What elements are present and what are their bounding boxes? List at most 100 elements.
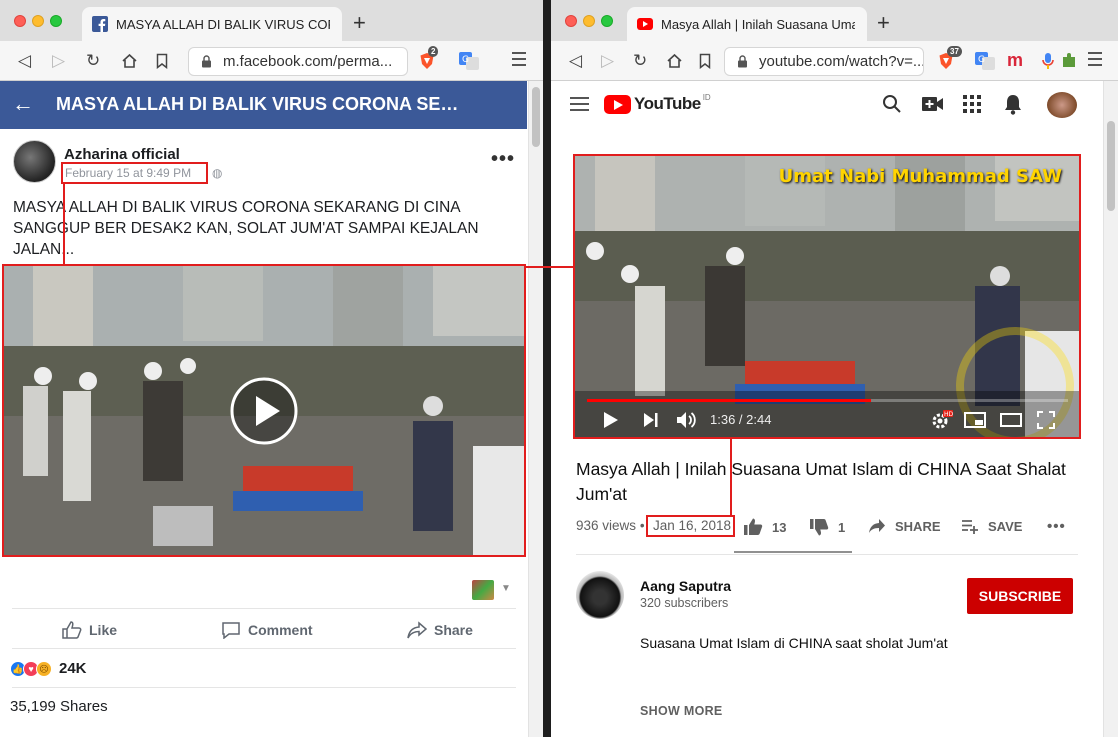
yt-masthead: YouTube ID	[551, 81, 1103, 129]
author-avatar[interactable]	[13, 140, 56, 183]
reaction-picker-avatar[interactable]	[472, 580, 494, 600]
meta-dot: •	[639, 518, 645, 533]
user-avatar[interactable]	[1047, 92, 1077, 118]
ext-badge: 2	[428, 46, 439, 57]
create-video-icon[interactable]	[922, 96, 944, 112]
apps-grid-icon[interactable]	[963, 95, 981, 113]
sad-reaction-icon: ☹	[36, 660, 52, 677]
shares-count[interactable]: 35,199 Shares	[10, 698, 108, 715]
back-icon[interactable]: ◁	[569, 51, 582, 71]
save-button[interactable]: SAVE	[961, 518, 1022, 534]
tab-title: Masya Allah | Inilah Suasana Umat Islam …	[661, 16, 855, 32]
connector-line	[730, 439, 732, 516]
subscriber-count: 320 subscribers	[640, 596, 729, 610]
translate-icon[interactable]: G	[975, 52, 995, 70]
browser-menu-icon[interactable]	[512, 52, 526, 70]
browser-menu-icon[interactable]	[1088, 52, 1102, 70]
home-icon[interactable]	[666, 53, 683, 69]
page-scrollbar[interactable]	[528, 81, 543, 737]
tab-bar: MASYA ALLAH DI BALIK VIRUS CORONA SEKARA…	[0, 0, 543, 41]
thumbs-down-icon	[810, 519, 829, 536]
minimize-window-button[interactable]	[32, 15, 44, 27]
highlight-fb-video-box	[2, 264, 526, 557]
maximize-window-button[interactable]	[601, 15, 613, 27]
reload-icon[interactable]: ↻	[86, 51, 100, 71]
highlight-yt-video-box	[573, 154, 1081, 439]
divider	[576, 554, 1078, 555]
window-controls	[565, 14, 619, 32]
channel-name[interactable]: Aang Saputra	[640, 578, 731, 594]
connector-line	[63, 184, 65, 264]
brave-shield-icon[interactable]: 2	[418, 46, 439, 70]
tab-bar: Masya Allah | Inilah Suasana Umat Islam …	[551, 0, 1118, 41]
mendeley-icon[interactable]: m	[1007, 51, 1025, 70]
dislike-count: 1	[838, 519, 846, 535]
save-label: SAVE	[988, 518, 1023, 534]
logo-text: YouTube	[634, 94, 701, 113]
show-more-button[interactable]: SHOW MORE	[640, 704, 723, 718]
post-text: MASYA ALLAH DI BALIK VIRUS CORONA SEKARA…	[13, 199, 479, 258]
brave-shield-icon[interactable]: 37	[937, 46, 962, 70]
address-bar[interactable]: m.facebook.com/perma...	[188, 47, 408, 76]
fb-header-bar: ← MASYA ALLAH DI BALIK VIRUS CORONA SEKA…	[0, 81, 527, 129]
back-icon[interactable]: ◁	[18, 51, 31, 71]
new-tab-button[interactable]: +	[353, 12, 366, 34]
share-label: Share	[434, 622, 473, 638]
reload-icon[interactable]: ↻	[633, 51, 647, 71]
channel-avatar[interactable]	[576, 571, 624, 619]
comment-button[interactable]: Comment	[221, 621, 313, 639]
like-button[interactable]: 13	[743, 518, 786, 536]
share-button[interactable]: Share	[407, 621, 473, 639]
svg-text:G: G	[462, 55, 469, 65]
hamburger-menu-icon[interactable]	[570, 97, 589, 115]
bookmark-icon[interactable]	[699, 53, 711, 69]
divider	[12, 687, 516, 688]
home-icon[interactable]	[121, 53, 138, 69]
close-window-button[interactable]	[14, 15, 26, 27]
url-text: m.facebook.com/perma...	[223, 53, 393, 70]
video-description: Suasana Umat Islam di CHINA saat sholat …	[640, 635, 948, 651]
new-tab-button[interactable]: +	[877, 12, 890, 34]
page-scrollbar[interactable]	[1103, 81, 1118, 737]
back-arrow-icon[interactable]: ←	[12, 93, 34, 115]
browser-toolbar: ◁ ▷ ↻ m.facebook.com/perma... 2 G	[0, 41, 543, 81]
translate-icon[interactable]: G	[459, 52, 479, 70]
playlist-add-icon	[962, 520, 978, 534]
minimize-window-button[interactable]	[583, 15, 595, 27]
microphone-icon[interactable]	[1041, 52, 1059, 70]
extension-puzzle-icon[interactable]	[1061, 52, 1079, 70]
tab-youtube[interactable]: Masya Allah | Inilah Suasana Umat Islam …	[627, 7, 867, 41]
maximize-window-button[interactable]	[50, 15, 62, 27]
lock-icon	[738, 55, 747, 68]
like-button[interactable]: Like	[62, 621, 117, 639]
sentiment-bar	[734, 551, 852, 553]
url-text: youtube.com/watch?v=...	[759, 53, 924, 70]
search-icon[interactable]	[882, 94, 902, 114]
dislike-button[interactable]: 1	[809, 518, 845, 536]
reaction-summary[interactable]: 👍 ♥ ☹ 24K	[10, 660, 87, 677]
youtube-favicon-icon	[637, 18, 653, 30]
comment-icon	[222, 622, 240, 639]
close-window-button[interactable]	[565, 15, 577, 27]
bookmark-icon[interactable]	[156, 53, 168, 69]
window-controls	[14, 14, 68, 32]
share-button[interactable]: SHARE	[868, 518, 941, 534]
author-name[interactable]: Azharina official	[64, 146, 180, 163]
youtube-logo[interactable]: YouTube ID	[604, 92, 711, 114]
forward-icon[interactable]: ▷	[52, 51, 65, 71]
more-actions-icon[interactable]: •••	[1047, 518, 1066, 535]
post-options-icon[interactable]: •••	[491, 148, 515, 171]
subscribe-button[interactable]: SUBSCRIBE	[967, 578, 1073, 614]
browser-toolbar: ◁ ▷ ↻ youtube.com/watch?v=... 37 G m	[551, 41, 1118, 81]
tab-facebook[interactable]: MASYA ALLAH DI BALIK VIRUS CORONA SEKARA…	[82, 7, 342, 41]
view-count: 936 views •	[576, 518, 645, 533]
address-bar[interactable]: youtube.com/watch?v=...	[724, 47, 924, 76]
tab-title: MASYA ALLAH DI BALIK VIRUS CORONA SEKARA…	[116, 16, 330, 32]
country-code: ID	[702, 92, 711, 102]
lock-icon	[202, 55, 211, 68]
forward-icon[interactable]: ▷	[601, 51, 614, 71]
highlight-post-date-box	[61, 162, 208, 184]
notifications-bell-icon[interactable]	[1004, 94, 1022, 115]
like-count: 13	[772, 519, 787, 535]
chevron-down-icon[interactable]: ▼	[501, 583, 511, 594]
